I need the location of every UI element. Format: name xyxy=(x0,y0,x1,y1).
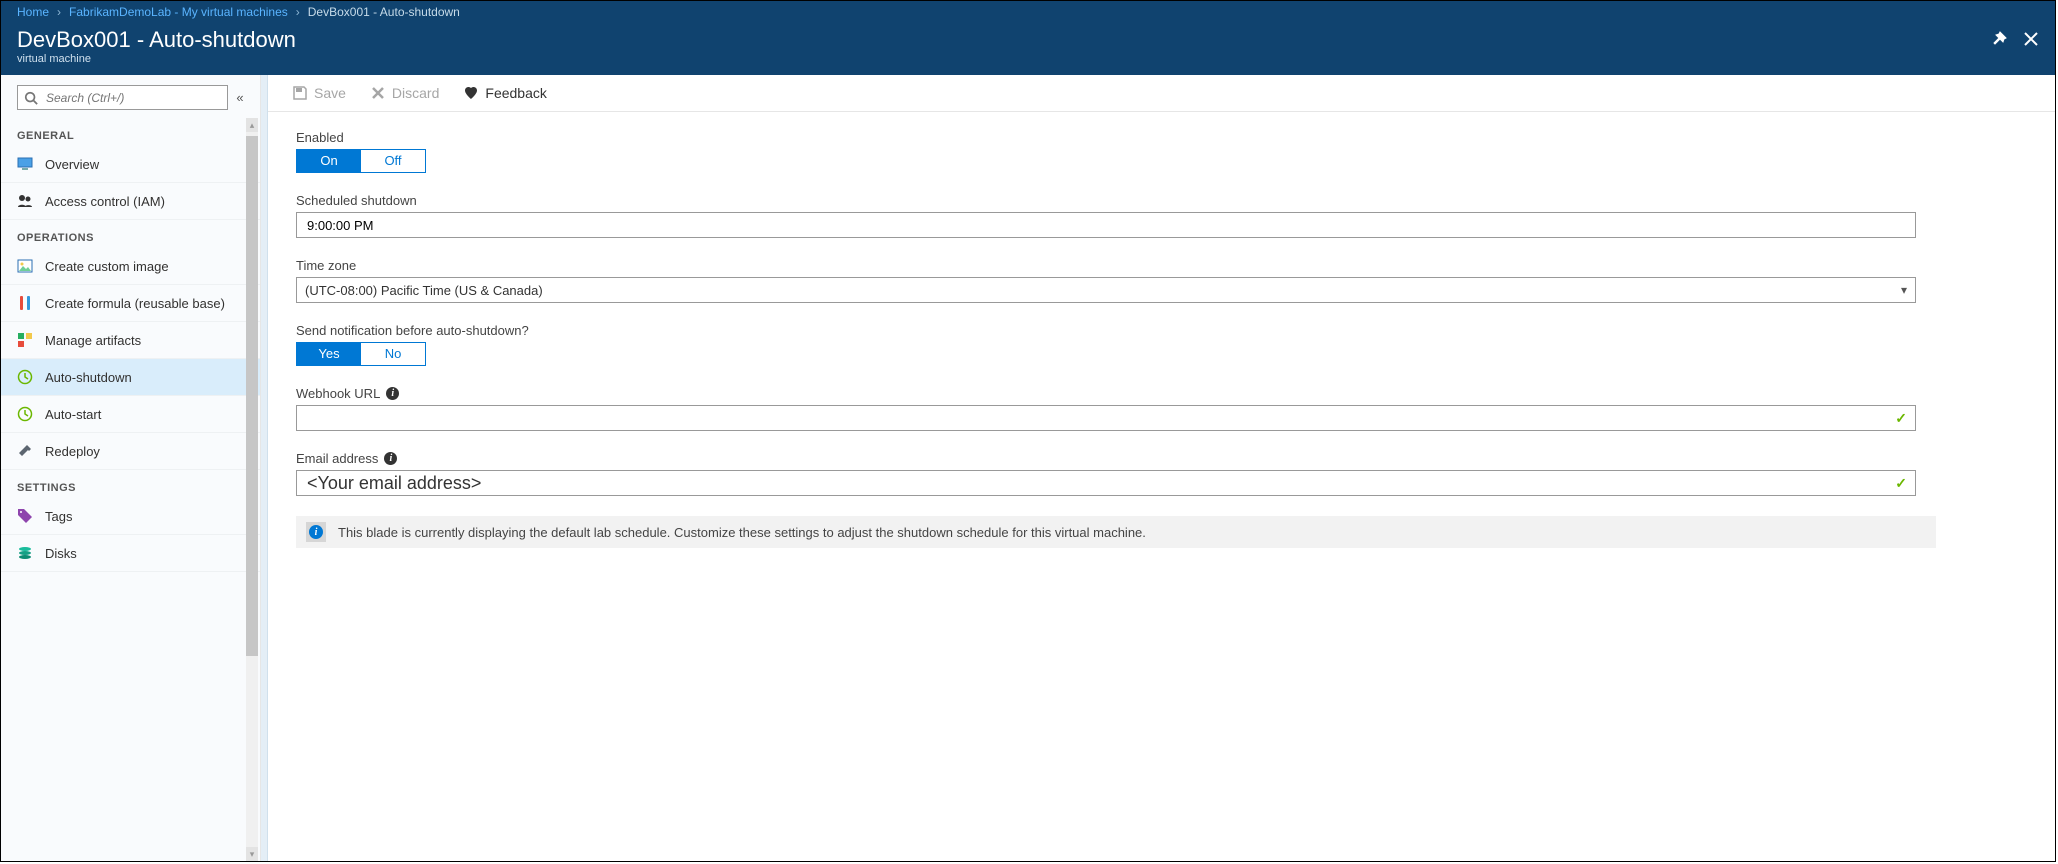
sidebar-item-disks[interactable]: Disks xyxy=(1,535,260,572)
image-icon xyxy=(17,258,33,274)
timezone-select[interactable]: (UTC-08:00) Pacific Time (US & Canada) ▾ xyxy=(296,277,1916,303)
disks-icon xyxy=(17,545,33,561)
webhook-url-input[interactable]: ✓ xyxy=(296,405,1916,431)
sidebar-item-label: Create formula (reusable base) xyxy=(45,296,225,311)
sidebar-item-label: Tags xyxy=(45,509,72,524)
info-icon: i xyxy=(306,522,326,542)
check-icon: ✓ xyxy=(1895,410,1907,427)
close-icon[interactable] xyxy=(2023,31,2039,47)
breadcrumb-current: DevBox001 - Auto-shutdown xyxy=(308,5,460,19)
clock-icon xyxy=(17,406,33,422)
check-icon: ✓ xyxy=(1895,475,1907,492)
sidebar-item-create-image[interactable]: Create custom image xyxy=(1,248,260,285)
clock-icon xyxy=(17,369,33,385)
sidebar-item-label: Disks xyxy=(45,546,77,561)
sidebar-item-label: Redeploy xyxy=(45,444,100,459)
info-banner-text: This blade is currently displaying the d… xyxy=(338,525,1146,540)
sidebar-item-label: Create custom image xyxy=(45,259,169,274)
sidebar-item-label: Overview xyxy=(45,157,99,172)
sidebar-item-auto-shutdown[interactable]: Auto-shutdown xyxy=(1,359,260,396)
email-label: Email address i xyxy=(296,451,2027,466)
splitter[interactable] xyxy=(261,75,268,861)
enabled-toggle[interactable]: On Off xyxy=(296,149,426,173)
hammer-icon xyxy=(17,443,33,459)
save-button[interactable]: Save xyxy=(292,85,346,101)
breadcrumb-lab[interactable]: FabrikamDemoLab - My virtual machines xyxy=(69,5,288,19)
toggle-no[interactable]: No xyxy=(361,343,425,365)
page-title: DevBox001 - Auto-shutdown xyxy=(17,27,296,53)
pin-icon[interactable] xyxy=(1991,31,2007,47)
notify-label: Send notification before auto-shutdown? xyxy=(296,323,2027,338)
sidebar-item-tags[interactable]: Tags xyxy=(1,498,260,535)
sidebar-item-overview[interactable]: Overview xyxy=(1,146,260,183)
heart-icon xyxy=(463,85,479,101)
search-input[interactable] xyxy=(17,85,228,110)
sidebar-item-label: Auto-start xyxy=(45,407,101,422)
enabled-label: Enabled xyxy=(296,130,2027,145)
scheduled-shutdown-input[interactable] xyxy=(296,212,1916,238)
discard-button[interactable]: Discard xyxy=(370,85,439,101)
scheduled-shutdown-label: Scheduled shutdown xyxy=(296,193,2027,208)
chevron-down-icon: ▾ xyxy=(1901,283,1907,297)
breadcrumb: Home › FabrikamDemoLab - My virtual mach… xyxy=(1,1,2055,23)
toolbar: Save Discard Feedback xyxy=(268,75,2055,112)
sidebar-group-general: GENERAL xyxy=(1,118,260,146)
sidebar-item-label: Access control (IAM) xyxy=(45,194,165,209)
save-icon xyxy=(292,85,308,101)
notify-toggle[interactable]: Yes No xyxy=(296,342,426,366)
info-icon[interactable]: i xyxy=(384,452,397,465)
collapse-sidebar-button[interactable]: « xyxy=(228,90,252,105)
webhook-label: Webhook URL i xyxy=(296,386,2027,401)
sidebar-item-label: Manage artifacts xyxy=(45,333,141,348)
discard-icon xyxy=(370,85,386,101)
timezone-value: (UTC-08:00) Pacific Time (US & Canada) xyxy=(305,283,543,298)
sidebar-item-create-formula[interactable]: Create formula (reusable base) xyxy=(1,285,260,322)
info-icon[interactable]: i xyxy=(386,387,399,400)
people-icon xyxy=(17,193,33,209)
sidebar-group-operations: OPERATIONS xyxy=(1,220,260,248)
toggle-off[interactable]: Off xyxy=(361,150,425,172)
sidebar-group-settings: SETTINGS xyxy=(1,470,260,498)
scrollbar[interactable]: ▴ ▾ xyxy=(246,118,258,861)
breadcrumb-home[interactable]: Home xyxy=(17,5,49,19)
sidebar-item-label: Auto-shutdown xyxy=(45,370,132,385)
email-address-input[interactable]: ✓ xyxy=(296,470,1916,496)
search-icon xyxy=(24,91,38,105)
sidebar-item-manage-artifacts[interactable]: Manage artifacts xyxy=(1,322,260,359)
timezone-label: Time zone xyxy=(296,258,2027,273)
flask-icon xyxy=(17,295,33,311)
chevron-right-icon: › xyxy=(296,5,300,19)
toggle-on[interactable]: On xyxy=(297,150,361,172)
sidebar-item-auto-start[interactable]: Auto-start xyxy=(1,396,260,433)
scroll-down-button[interactable]: ▾ xyxy=(246,847,258,861)
feedback-button[interactable]: Feedback xyxy=(463,85,546,101)
sidebar-item-iam[interactable]: Access control (IAM) xyxy=(1,183,260,220)
toggle-yes[interactable]: Yes xyxy=(297,343,361,365)
blocks-icon xyxy=(17,332,33,348)
page-subtitle: virtual machine xyxy=(17,53,296,65)
scrollbar-thumb[interactable] xyxy=(246,136,258,656)
scroll-up-button[interactable]: ▴ xyxy=(246,118,258,132)
chevron-right-icon: › xyxy=(57,5,61,19)
tag-icon xyxy=(17,508,33,524)
monitor-icon xyxy=(17,156,33,172)
sidebar: « GENERAL Overview Access control (IAM) … xyxy=(1,75,261,861)
sidebar-item-redeploy[interactable]: Redeploy xyxy=(1,433,260,470)
info-banner: i This blade is currently displaying the… xyxy=(296,516,1936,548)
